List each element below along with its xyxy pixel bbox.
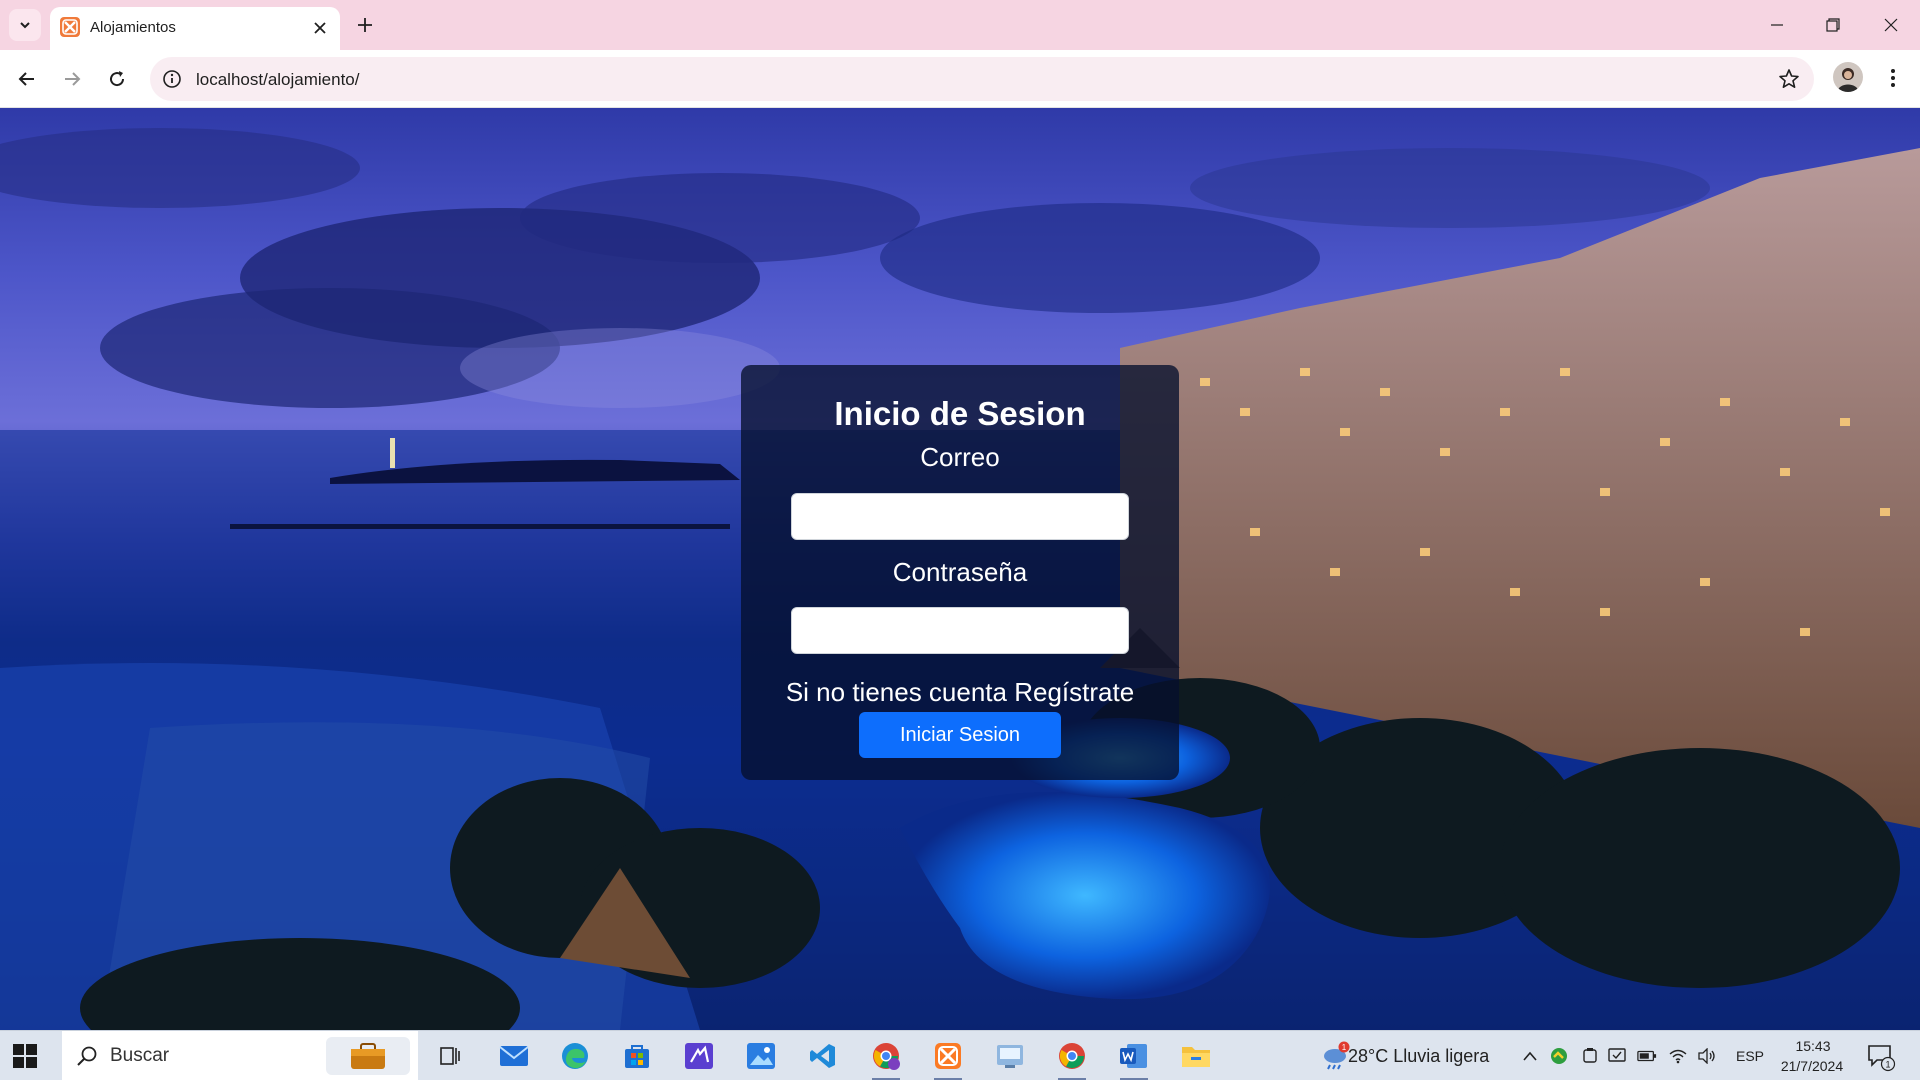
notification-count: 1 <box>1885 1060 1890 1070</box>
password-field[interactable] <box>791 607 1129 654</box>
weather-alert-badge: 1 <box>1342 1043 1347 1052</box>
weather-condition: Lluvia ligera <box>1393 1046 1490 1066</box>
xampp-icon[interactable] <box>930 1038 966 1080</box>
browser-tab-active[interactable]: Alojamientos <box>50 7 340 50</box>
windows-start-icon[interactable] <box>12 1043 38 1069</box>
reload-button[interactable] <box>101 63 133 95</box>
close-tab-button[interactable] <box>310 18 330 38</box>
chrome-icon[interactable] <box>1054 1038 1090 1080</box>
volume-icon[interactable] <box>1697 1046 1717 1066</box>
plus-icon <box>358 18 372 32</box>
back-button[interactable] <box>11 63 43 95</box>
tab-strip: Alojamientos <box>0 0 1920 50</box>
microsoft-store-icon[interactable] <box>619 1038 655 1074</box>
arrow-left-icon <box>18 72 34 86</box>
login-title: Inicio de Sesion <box>834 395 1086 432</box>
more-vertical-icon <box>1891 69 1895 87</box>
clock-date[interactable]: 21/7/2024 <box>1772 1058 1852 1074</box>
notifications-icon[interactable]: 1 <box>1866 1042 1896 1072</box>
taskbar-search[interactable]: Buscar <box>62 1031 418 1080</box>
new-tab-button[interactable] <box>352 12 378 38</box>
mail-icon[interactable] <box>496 1038 532 1074</box>
register-prompt-text: Si no tienes cuenta <box>785 677 1007 707</box>
device-status-icon[interactable] <box>1608 1046 1628 1066</box>
search-highlight-icon <box>326 1037 410 1075</box>
control-panel-icon[interactable] <box>992 1038 1028 1074</box>
address-bar[interactable]: localhost/alojamiento/ <box>150 57 1814 101</box>
tab-search-button[interactable] <box>9 9 41 41</box>
arrow-right-icon <box>65 72 81 86</box>
taskbar: Buscar 1 28°C Lluvia ligera ESP 15:43 21… <box>0 1030 1920 1080</box>
weather-temperature: 28°C <box>1348 1046 1389 1066</box>
profile-avatar[interactable] <box>1833 62 1863 92</box>
vscode-icon[interactable] <box>805 1038 841 1074</box>
register-prompt: Si no tienes cuenta Regístrate <box>741 677 1179 708</box>
weather-rain-icon[interactable]: 1 <box>1320 1041 1350 1071</box>
search-icon <box>77 1046 97 1066</box>
login-card: Inicio de Sesion Correo Contraseña Si no… <box>741 365 1179 780</box>
login-button[interactable]: Iniciar Sesion <box>859 712 1061 758</box>
password-label: Contraseña <box>892 557 1028 587</box>
file-explorer-icon[interactable] <box>1178 1038 1214 1074</box>
wifi-icon[interactable] <box>1668 1046 1688 1066</box>
minimize-button[interactable] <box>1762 12 1792 38</box>
info-icon[interactable] <box>162 69 182 89</box>
close-icon <box>1884 18 1898 32</box>
task-view-icon[interactable] <box>432 1038 468 1074</box>
close-icon <box>314 22 326 34</box>
battery-icon[interactable] <box>1637 1046 1657 1066</box>
reload-icon <box>110 71 125 87</box>
xampp-icon <box>60 17 80 37</box>
browser-toolbar: localhost/alojamiento/ <box>0 50 1920 108</box>
email-label: Correo <box>920 442 1000 472</box>
email-field[interactable] <box>791 493 1129 540</box>
url-text[interactable]: localhost/alojamiento/ <box>196 70 359 90</box>
language-indicator[interactable]: ESP <box>1736 1048 1764 1064</box>
photos-icon[interactable] <box>743 1038 779 1074</box>
browser-menu-button[interactable] <box>1878 63 1908 93</box>
restore-button[interactable] <box>1818 12 1848 38</box>
edge-icon[interactable] <box>557 1038 593 1074</box>
chevron-up-icon[interactable] <box>1520 1046 1540 1066</box>
chevron-down-icon <box>20 22 30 29</box>
meet-now-icon[interactable] <box>1580 1046 1600 1066</box>
forward-button[interactable] <box>56 63 88 95</box>
search-placeholder: Buscar <box>110 1045 170 1066</box>
register-link[interactable]: Regístrate <box>1014 677 1134 707</box>
visual-studio-icon[interactable] <box>681 1038 717 1074</box>
minimize-icon <box>1771 24 1783 26</box>
word-icon[interactable] <box>1116 1038 1152 1080</box>
clock-time[interactable]: 15:43 <box>1778 1038 1848 1054</box>
weather-text[interactable]: 28°C Lluvia ligera <box>1348 1046 1489 1067</box>
close-window-button[interactable] <box>1876 12 1906 38</box>
page-viewport: Inicio de Sesion Correo Contraseña Si no… <box>0 108 1920 1030</box>
chrome-profile-icon[interactable] <box>868 1038 904 1080</box>
tab-title: Alojamientos <box>90 19 176 36</box>
bookmark-star-icon[interactable] <box>1778 68 1800 90</box>
security-shield-icon[interactable] <box>1549 1046 1569 1066</box>
restore-icon <box>1826 18 1840 32</box>
